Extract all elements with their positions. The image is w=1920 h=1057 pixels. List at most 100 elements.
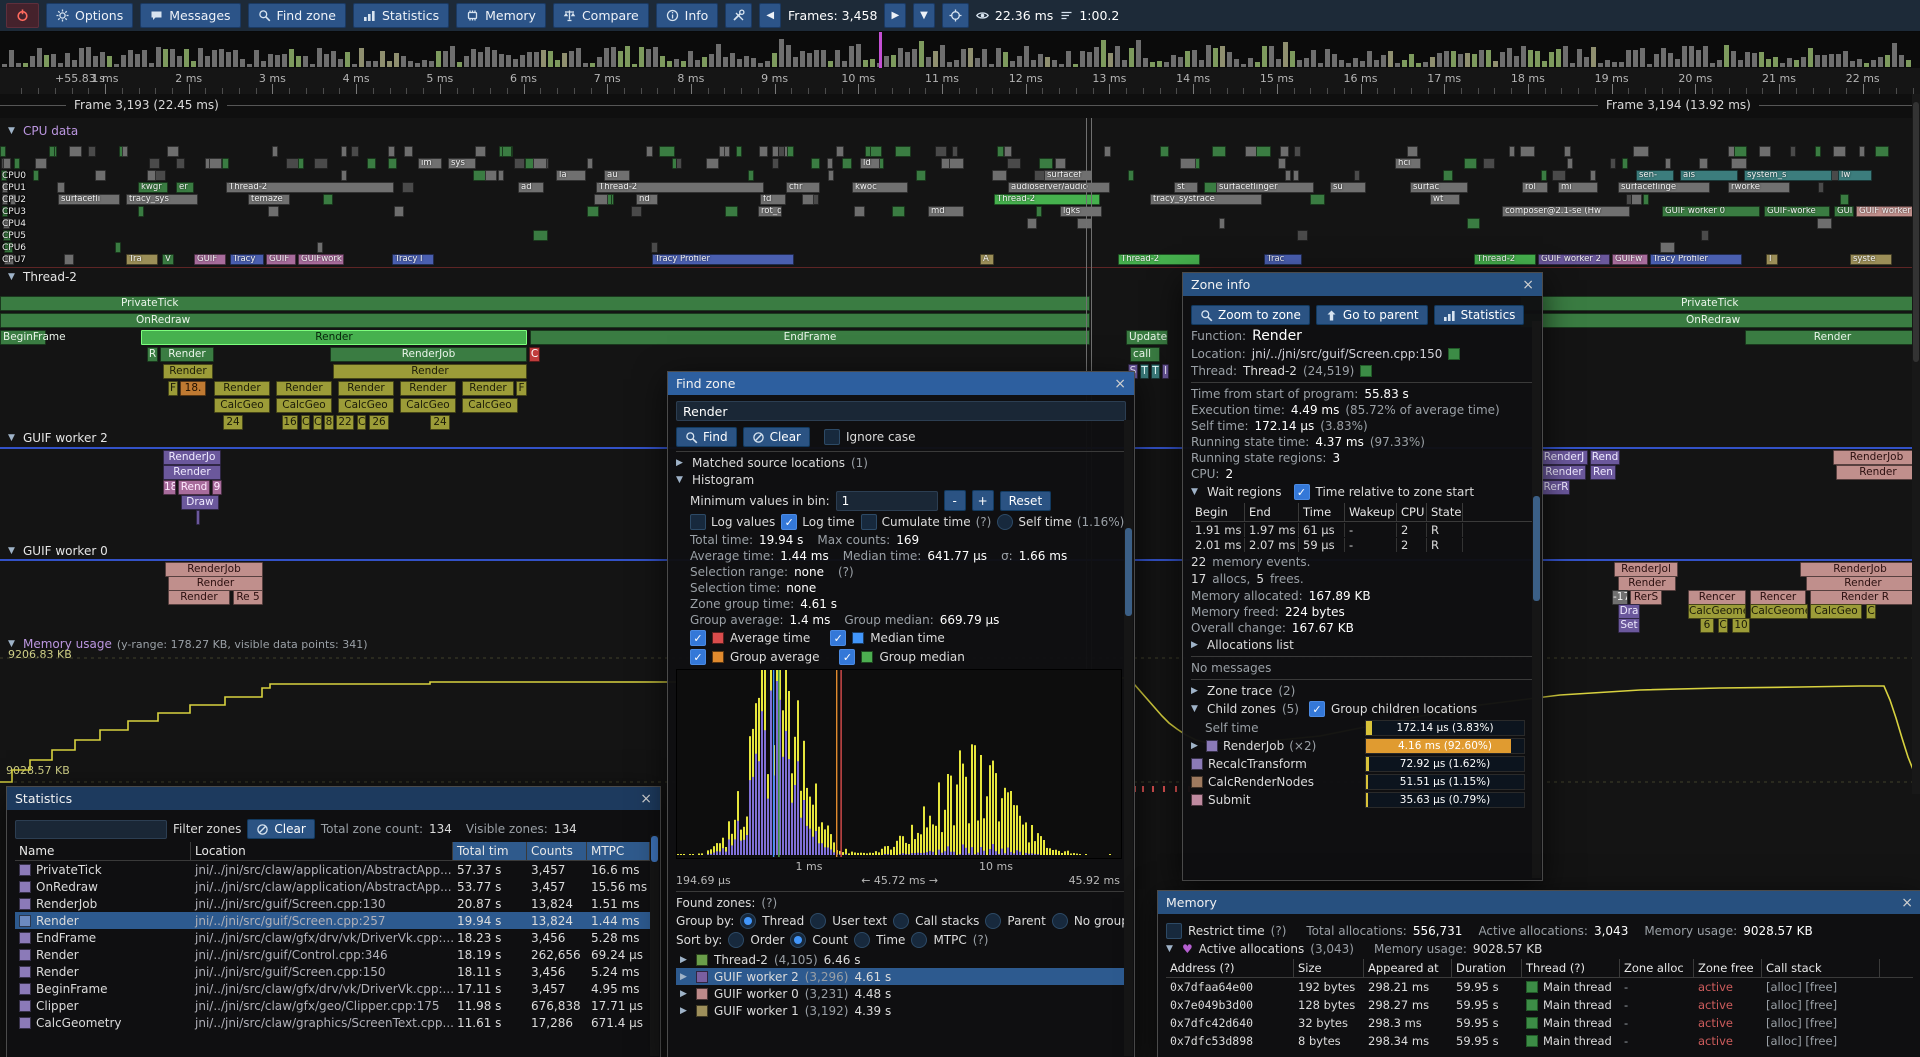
allocations-list-collapser[interactable]: ▶Allocations list [1191,638,1534,652]
minimap-bar[interactable] [800,51,805,67]
cpu-zone-bar[interactable]: surfacefli [58,194,120,205]
legend-checkbox[interactable]: ✓ [830,630,846,646]
cpu-zone-bar[interactable] [1104,146,1111,157]
zone-info-scrollbar[interactable] [1532,321,1541,878]
child-zone-row[interactable]: ▶RenderJob(×2)4.16 ms (92.60%) [1191,738,1534,754]
minimap-bar[interactable] [1829,54,1834,67]
minimap-bar[interactable] [1843,51,1848,67]
toolbar-button-memory[interactable]: Memory [456,3,546,28]
window-title[interactable]: Find zone × [668,372,1134,395]
cpu-zone-bar[interactable]: composer@2.1-se (Hw [1502,206,1630,217]
cpu-zone-bar[interactable] [149,158,160,169]
help-marker[interactable]: (?) [976,515,992,529]
minimap-bar[interactable] [1045,57,1050,67]
radio-thread[interactable] [740,913,756,929]
cpu-zone-bar[interactable] [57,182,65,193]
cpu-zone-bar[interactable] [95,170,106,181]
table-row[interactable]: Renderjni/../jni/src/guif/Screen.cpp:257… [15,912,652,929]
thread-section-header[interactable]: ▼GUIF worker 2 [8,431,108,445]
minimap-bar[interactable] [1647,64,1652,67]
minimap-bar[interactable] [338,59,343,67]
minimap-bar[interactable] [1374,60,1379,67]
table-row[interactable]: Clipperjni/../jni/src/claw/gfx/geo/Clipp… [15,997,652,1014]
cpu-zone-bar[interactable] [1354,170,1360,181]
cpu-zone-bar[interactable]: kwoc [852,182,908,193]
minimap-bar[interactable] [1808,48,1813,67]
zone-bar[interactable]: C [1866,604,1876,619]
current-frame-marker[interactable] [879,32,882,68]
cpu-zone-bar[interactable] [1297,230,1308,241]
minimap-bar[interactable] [345,52,350,67]
cpu-zone-bar[interactable] [3,158,11,169]
zone-bar[interactable]: RerR [1542,480,1570,495]
minimap-bar[interactable] [254,50,259,67]
cpu-zone-bar[interactable] [176,158,185,169]
cpu-zone-bar[interactable] [64,254,74,265]
minimap-bar[interactable] [1080,51,1085,67]
cpu-zone-bar[interactable] [502,146,512,157]
cpu-zone-bar[interactable] [1285,170,1291,181]
cpu-zone-bar[interactable]: system_s [1744,170,1832,181]
minimap-bar[interactable] [1094,47,1099,67]
cpu-zone-bar[interactable] [736,146,742,157]
cpu-zone-bar[interactable]: wt [1430,194,1460,205]
minimap-bar[interactable] [639,47,644,67]
minimap-bar[interactable] [219,49,224,67]
zone-bar[interactable]: Render [1618,576,1676,591]
minimap-bar[interactable] [1430,57,1435,67]
column-header[interactable]: State [1427,503,1463,521]
zone-bar[interactable]: Render [163,364,213,379]
minimap-bar[interactable] [65,53,70,68]
child-zone-time-bar[interactable]: 72.92 µs (1.62%) [1365,756,1525,772]
cpu-zone-bar[interactable] [1055,158,1066,169]
minimap-bar[interactable] [751,58,756,67]
minimap-bar[interactable] [1017,56,1022,67]
cpu-zone-bar[interactable]: hci [1395,158,1421,169]
zone-bar[interactable]: Draw [181,495,219,510]
child-zone-row[interactable]: CalcRenderNodes51.51 µs (1.15%) [1191,774,1534,790]
minimap-bar[interactable] [1444,51,1449,67]
help-marker[interactable]: (?) [973,933,989,947]
zone-bar[interactable]: OnRedraw [1520,313,1920,328]
column-header[interactable]: Thread (?) [1522,959,1620,977]
cpu-zone-bar[interactable]: tracy_sys [126,194,198,205]
time-relative-checkbox[interactable]: ✓ [1294,484,1310,500]
histogram-plot[interactable] [676,669,1122,859]
cpu-zone-bar[interactable] [1280,146,1289,157]
minimap-bar[interactable] [240,59,245,67]
cpu-zone-bar[interactable] [759,146,768,157]
cpu-zone-bar[interactable] [1817,218,1832,229]
option-log-values[interactable]: Log values [690,514,775,530]
cpu-zone-bar[interactable]: fd [760,194,786,205]
active-allocations-collapser[interactable]: ▼ ♥ Active allocations (3,043) Memory us… [1166,942,1913,956]
minimap-bar[interactable] [779,39,784,67]
minimap-bar[interactable] [23,63,28,68]
minimap-bar[interactable] [457,62,462,68]
cpu-zone-bar[interactable] [1790,146,1796,157]
minimap-bar[interactable] [282,54,287,67]
minimap-bar[interactable] [1213,48,1218,67]
allocation-row[interactable]: 0x7dfaa64e00192 bytes298.21 ms59.95 sMai… [1166,978,1913,996]
zone-bar[interactable]: Render [1745,330,1920,345]
cpu-zone-bar[interactable]: st [1174,182,1198,193]
cpu-zone-bar[interactable] [916,170,926,181]
minimap-bar[interactable] [135,54,140,67]
minimap-bar[interactable] [1717,60,1722,67]
column-header[interactable]: Name [15,842,191,860]
zone-bar[interactable]: RenderJob [330,347,527,362]
cpu-zone-bar[interactable] [631,206,642,217]
minimap-bar[interactable] [1710,63,1715,67]
minimap-bar[interactable] [506,55,511,67]
minimap-bar[interactable] [520,55,525,67]
minimap-bar[interactable] [1486,50,1491,67]
column-header[interactable]: MTPC [587,842,650,860]
cpu-zone-bar[interactable] [706,158,719,169]
cpu-zone-bar[interactable]: ais [1680,170,1738,181]
zone-bar[interactable]: Render [333,364,527,379]
cpu-zone-bar[interactable] [1483,158,1495,169]
minimap-bar[interactable] [1458,54,1463,67]
cpu-zone-bar[interactable] [1027,218,1037,229]
minimap-bar[interactable] [1416,63,1421,67]
minimap-bar[interactable] [1871,60,1876,67]
cpu-zone-bar[interactable] [836,146,844,157]
